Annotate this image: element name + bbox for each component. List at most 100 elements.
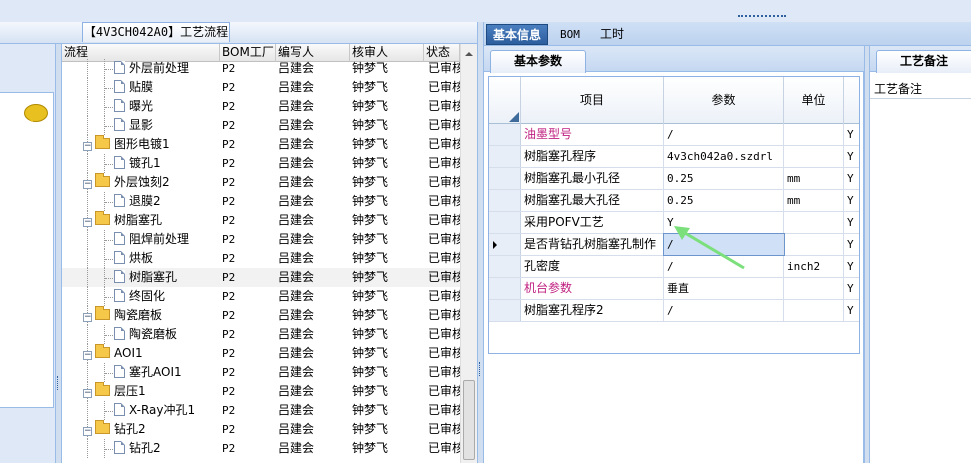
tree-node[interactable]: − 钻孔2 <box>83 420 146 439</box>
param-unit-cell[interactable] <box>784 146 844 167</box>
row-selector[interactable] <box>489 278 521 299</box>
scroll-up-icon[interactable] <box>465 48 473 56</box>
scroll-thumb[interactable] <box>463 380 475 460</box>
tab-basic-params[interactable]: 基本参数 <box>490 50 586 73</box>
tree-row[interactable]: 塞孔AOI1 P2 吕建会 钟梦飞 已审核 <box>62 363 460 382</box>
tree-node[interactable]: − 层压1 <box>83 382 146 401</box>
row-selector[interactable] <box>489 124 521 145</box>
row-selector[interactable] <box>489 234 521 255</box>
param-row[interactable]: 油墨型号 / Y <box>489 124 859 146</box>
tree-row[interactable]: 退膜2 P2 吕建会 钟梦飞 已审核 <box>62 192 460 211</box>
tree-node[interactable]: − AOI1 <box>83 344 143 363</box>
param-row[interactable]: 树脂塞孔最小孔径 0.25 mm Y <box>489 168 859 190</box>
tree-node[interactable]: 塞孔AOI1 <box>114 363 182 382</box>
tree-node[interactable]: 终固化 <box>114 287 165 306</box>
left-splitter[interactable] <box>55 44 62 463</box>
tree-row[interactable]: 镀孔1 P2 吕建会 钟梦飞 已审核 <box>62 154 460 173</box>
writer-cell: 吕建会 <box>278 232 315 246</box>
status-cell: 已审核 <box>428 118 460 132</box>
tree-connector <box>105 297 113 298</box>
collapse-icon[interactable]: − <box>83 313 92 322</box>
param-row[interactable]: 树脂塞孔程序2/ Y <box>489 300 859 322</box>
top-splitter-grip-icon[interactable] <box>738 15 786 17</box>
row-selector[interactable] <box>489 190 521 211</box>
collapse-icon[interactable]: − <box>83 180 92 189</box>
row-selector[interactable] <box>489 212 521 233</box>
tree-node[interactable]: 树脂塞孔 <box>114 268 177 287</box>
tree-row[interactable]: 显影 P2 吕建会 钟梦飞 已审核 <box>62 116 460 135</box>
tree-node[interactable]: X-Ray冲孔1 <box>114 401 195 420</box>
param-value-cell[interactable]: 4v3ch042a0.szdrl <box>664 146 784 167</box>
tree-row[interactable]: − 陶瓷磨板 P2 吕建会 钟梦飞 已审核 <box>62 306 460 325</box>
chat-bubble-icon[interactable] <box>24 104 48 122</box>
param-unit-cell[interactable] <box>784 212 844 233</box>
collapse-icon[interactable]: − <box>83 427 92 436</box>
param-unit-cell[interactable]: mm <box>784 190 844 211</box>
param-row[interactable]: 树脂塞孔最大孔径 0.25 mm Y <box>489 190 859 212</box>
tree-row[interactable]: 烘板 P2 吕建会 钟梦飞 已审核 <box>62 249 460 268</box>
tree-row[interactable]: − 外层蚀刻2 P2 吕建会 钟梦飞 已审核 <box>62 173 460 192</box>
tab-basic-info[interactable]: 基本信息 <box>486 24 549 45</box>
collapse-icon[interactable]: − <box>83 142 92 151</box>
tree-node[interactable]: 钻孔2 <box>114 439 161 458</box>
tree-row[interactable]: 阻焊前处理 P2 吕建会 钟梦飞 已审核 <box>62 230 460 249</box>
col-header-item[interactable]: 项目 <box>521 77 664 124</box>
tree-node[interactable]: 曝光 <box>114 97 153 116</box>
tree-node[interactable]: 贴膜 <box>114 78 153 97</box>
param-value-cell[interactable]: 0.25 <box>664 168 784 189</box>
tree-row[interactable]: 贴膜 P2 吕建会 钟梦飞 已审核 <box>62 78 460 97</box>
collapse-icon[interactable]: − <box>83 389 92 398</box>
param-unit-cell[interactable]: mm <box>784 168 844 189</box>
param-unit-cell[interactable] <box>784 278 844 299</box>
col-header-unit[interactable]: 单位 <box>784 77 844 124</box>
tree-node[interactable]: − 外层蚀刻2 <box>83 173 170 192</box>
tree-row[interactable]: 钻孔2 P2 吕建会 钟梦飞 已审核 <box>62 439 460 458</box>
tree-row[interactable]: − 钻孔2 P2 吕建会 钟梦飞 已审核 <box>62 420 460 439</box>
col-header-param[interactable]: 参数 <box>664 77 784 124</box>
row-selector[interactable] <box>489 146 521 167</box>
param-value-cell[interactable]: / <box>664 124 784 145</box>
tree-node[interactable]: − 图形电镀1 <box>83 135 170 154</box>
row-selector[interactable] <box>489 256 521 277</box>
tree-node[interactable]: − 陶瓷磨板 <box>83 306 162 325</box>
reviewer-cell: 钟梦飞 <box>352 194 389 208</box>
tree-row[interactable]: − 图形电镀1 P2 吕建会 钟梦飞 已审核 <box>62 135 460 154</box>
param-row[interactable]: 机台参数 垂直 Y <box>489 278 859 300</box>
middle-splitter[interactable] <box>477 22 484 463</box>
param-unit-cell[interactable] <box>784 300 844 321</box>
param-value-cell[interactable]: / <box>664 300 784 321</box>
collapse-icon[interactable]: − <box>83 218 92 227</box>
tree-node[interactable]: 显影 <box>114 116 153 135</box>
tree-node[interactable]: 镀孔1 <box>114 154 161 173</box>
tree-row[interactable]: − AOI1 P2 吕建会 钟梦飞 已审核 <box>62 344 460 363</box>
tree-row[interactable]: 终固化 P2 吕建会 钟梦飞 已审核 <box>62 287 460 306</box>
tree-node[interactable]: 外层前处理 <box>114 59 189 78</box>
tree-node[interactable]: 退膜2 <box>114 192 161 211</box>
tab-process-notes[interactable]: 工艺备注 <box>876 50 971 73</box>
tab-bom[interactable]: BOM <box>554 24 586 45</box>
param-value-cell[interactable]: 垂直 <box>664 278 784 299</box>
tree-row[interactable]: 树脂塞孔 P2 吕建会 钟梦飞 已审核 <box>62 268 460 287</box>
tree-row[interactable]: 陶瓷磨板 P2 吕建会 钟梦飞 已审核 <box>62 325 460 344</box>
param-value-cell[interactable]: 0.25 <box>664 190 784 211</box>
param-unit-cell[interactable] <box>784 124 844 145</box>
tree-row[interactable]: 曝光 P2 吕建会 钟梦飞 已审核 <box>62 97 460 116</box>
tree-row[interactable]: X-Ray冲孔1 P2 吕建会 钟梦飞 已审核 <box>62 401 460 420</box>
collapse-icon[interactable]: − <box>83 351 92 360</box>
tree-scrollbar[interactable] <box>460 44 477 463</box>
param-unit-cell[interactable]: inch2 <box>784 256 844 277</box>
tree-node[interactable]: 阻焊前处理 <box>114 230 189 249</box>
row-selector[interactable] <box>489 168 521 189</box>
param-row[interactable]: 树脂塞孔程序 4v3ch042a0.szdrl Y <box>489 146 859 168</box>
param-unit-cell[interactable] <box>784 234 844 255</box>
tab-hours[interactable]: 工时 <box>594 24 630 45</box>
document-icon <box>114 80 125 93</box>
tree-row[interactable]: − 树脂塞孔 P2 吕建会 钟梦飞 已审核 <box>62 211 460 230</box>
tree-row[interactable]: − 层压1 P2 吕建会 钟梦飞 已审核 <box>62 382 460 401</box>
tree-node[interactable]: − 树脂塞孔 <box>83 211 162 230</box>
flow-panel-tab[interactable]: 【4V3CH042A0】工艺流程 <box>82 22 230 42</box>
tree-node[interactable]: 烘板 <box>114 249 153 268</box>
row-selector[interactable] <box>489 300 521 321</box>
tree-node[interactable]: 陶瓷磨板 <box>114 325 177 344</box>
tree-row[interactable]: 外层前处理 P2 吕建会 钟梦飞 已审核 <box>62 59 460 78</box>
